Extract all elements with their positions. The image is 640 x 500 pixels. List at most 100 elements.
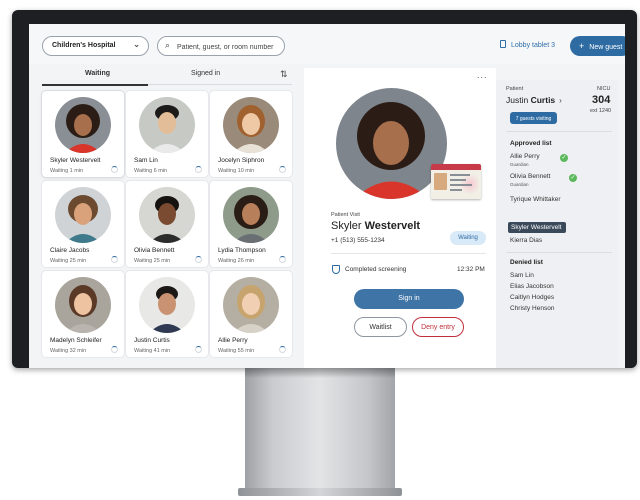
denied-list-title: Denied list	[510, 259, 543, 266]
guest-wait-time: Waiting 6 min	[134, 168, 168, 174]
patient-last-name: Curtis	[530, 95, 556, 105]
guest-card[interactable]: Allie Perry Waiting 55 min	[210, 271, 292, 357]
monitor-stand	[245, 368, 395, 490]
id-card-photo	[434, 173, 447, 190]
guest-wait-time: Waiting 55 min	[218, 348, 255, 354]
patient-unit: NICU	[597, 86, 611, 92]
guest-wait-time: Waiting 10 min	[218, 168, 255, 174]
guest-name: Claire Jacobs	[50, 247, 90, 254]
guest-wait-time: Waiting 1 min	[50, 168, 84, 174]
guest-card[interactable]: Jocelyn Siphron Waiting 10 min	[210, 91, 292, 177]
denied-guest[interactable]: Caitlyn Hodges	[510, 294, 554, 301]
new-guest-label: New guest	[589, 44, 623, 51]
guest-card[interactable]: Olivia Bennett Waiting 25 min	[126, 181, 208, 267]
guest-avatar	[223, 277, 279, 333]
guest-avatar	[55, 187, 111, 243]
spinner-icon	[279, 166, 286, 173]
guest-avatar	[55, 97, 111, 153]
guest-card[interactable]: Sam Lin Waiting 6 min	[126, 91, 208, 177]
chevron-right-icon: ›	[559, 96, 562, 105]
id-card-line	[450, 189, 462, 191]
denied-guest[interactable]: Christy Henson	[510, 305, 554, 312]
guest-name: Sam Lin	[134, 157, 158, 164]
guest-card[interactable]: Skyler Westervelt Waiting 1 min	[42, 91, 124, 177]
location-select-value: Children's Hospital	[52, 42, 116, 49]
guest-card[interactable]: Madelyn Schleifer Waiting 32 min	[42, 271, 124, 357]
sign-in-button[interactable]: Sign in	[354, 289, 464, 309]
divider	[506, 131, 612, 132]
plus-icon: +	[579, 41, 585, 51]
id-card-band	[431, 164, 481, 170]
tab-signed-in[interactable]: Signed in	[191, 70, 220, 77]
stand-shadow	[245, 368, 395, 378]
denied-guest[interactable]: Sam Lin	[510, 272, 534, 279]
visitor-name: Skyler Westervelt	[331, 220, 420, 232]
waitlist-button[interactable]: Waitlist	[354, 317, 407, 337]
approved-guest-selected[interactable]: Skyler Westervelt	[508, 222, 566, 233]
sort-icon[interactable]: ⇅	[280, 69, 288, 80]
check-icon: ✓	[560, 154, 568, 162]
guest-role: Guardian	[510, 182, 529, 187]
monitor-base	[238, 488, 402, 496]
spinner-icon	[111, 346, 118, 353]
id-card-line	[450, 174, 470, 176]
approved-guest[interactable]: Tyrique Whittaker	[510, 196, 561, 203]
guest-tabs: Waiting Signed in ⇅	[42, 66, 292, 86]
approved-guest[interactable]: Olivia Bennett	[510, 173, 550, 180]
spinner-icon	[195, 166, 202, 173]
device-link[interactable]: Lobby tablet 3	[500, 40, 555, 49]
guest-wait-time: Waiting 41 min	[134, 348, 171, 354]
guest-name: Skyler Westervelt	[50, 157, 101, 164]
guest-card[interactable]: Lydia Thompson Waiting 26 min	[210, 181, 292, 267]
spinner-icon	[111, 256, 118, 263]
tab-waiting[interactable]: Waiting	[85, 70, 110, 77]
top-bar: Children's Hospital ⌄ ⌕ Lobby tablet 3 +…	[29, 24, 625, 64]
approved-list-title: Approved list	[510, 140, 552, 147]
id-card-line	[450, 184, 472, 186]
guest-avatar	[223, 187, 279, 243]
divider	[506, 252, 612, 253]
guest-card[interactable]: Claire Jacobs Waiting 25 min	[42, 181, 124, 267]
tablet-icon	[500, 40, 506, 48]
status-badge: Waiting	[450, 231, 486, 245]
guest-avatar	[139, 277, 195, 333]
patient-name[interactable]: Justin Curtis ›	[506, 95, 562, 105]
patient-first-name: Justin	[506, 95, 529, 105]
shield-icon	[332, 265, 340, 274]
app-screen: Children's Hospital ⌄ ⌕ Lobby tablet 3 +…	[29, 24, 625, 368]
denied-guest[interactable]: Elias Jacobson	[510, 283, 554, 290]
spinner-icon	[279, 346, 286, 353]
guest-wait-time: Waiting 26 min	[218, 258, 255, 264]
divider	[331, 253, 486, 254]
deny-entry-button[interactable]: Deny entry	[412, 317, 464, 337]
screening-time: 12:32 PM	[457, 266, 485, 273]
more-icon[interactable]: ...	[477, 70, 488, 80]
guest-name: Lydia Thompson	[218, 247, 266, 254]
new-guest-button[interactable]: + New guest	[570, 36, 625, 56]
guest-card[interactable]: Justin Curtis Waiting 41 min	[126, 271, 208, 357]
guest-name: Allie Perry	[218, 337, 248, 344]
visit-label: Patient Visit	[331, 212, 360, 218]
approved-guest[interactable]: Kierra Dias	[510, 237, 542, 244]
spinner-icon	[195, 256, 202, 263]
guest-avatar	[55, 277, 111, 333]
guest-role: Guardian	[510, 162, 529, 167]
visitor-phone: +1 (513) 555-1234	[331, 237, 385, 244]
guest-name: Jocelyn Siphron	[218, 157, 265, 164]
guest-wait-time: Waiting 32 min	[50, 348, 87, 354]
guest-avatar	[139, 187, 195, 243]
patient-ext: ext 1240	[590, 108, 612, 114]
visitor-first-name: Skyler	[331, 220, 362, 232]
search-icon: ⌕	[165, 40, 171, 50]
guest-avatar	[223, 97, 279, 153]
location-select[interactable]: Children's Hospital ⌄	[42, 36, 149, 56]
search-box[interactable]: ⌕	[157, 36, 285, 56]
guest-wait-time: Waiting 25 min	[134, 258, 171, 264]
guest-wait-time: Waiting 25 min	[50, 258, 87, 264]
approved-guest[interactable]: Allie Perry	[510, 153, 540, 160]
monitor-bezel: Children's Hospital ⌄ ⌕ Lobby tablet 3 +…	[12, 10, 637, 368]
search-input[interactable]	[177, 41, 282, 53]
spinner-icon	[195, 346, 202, 353]
spinner-icon	[279, 256, 286, 263]
patient-room: 304	[592, 94, 611, 106]
